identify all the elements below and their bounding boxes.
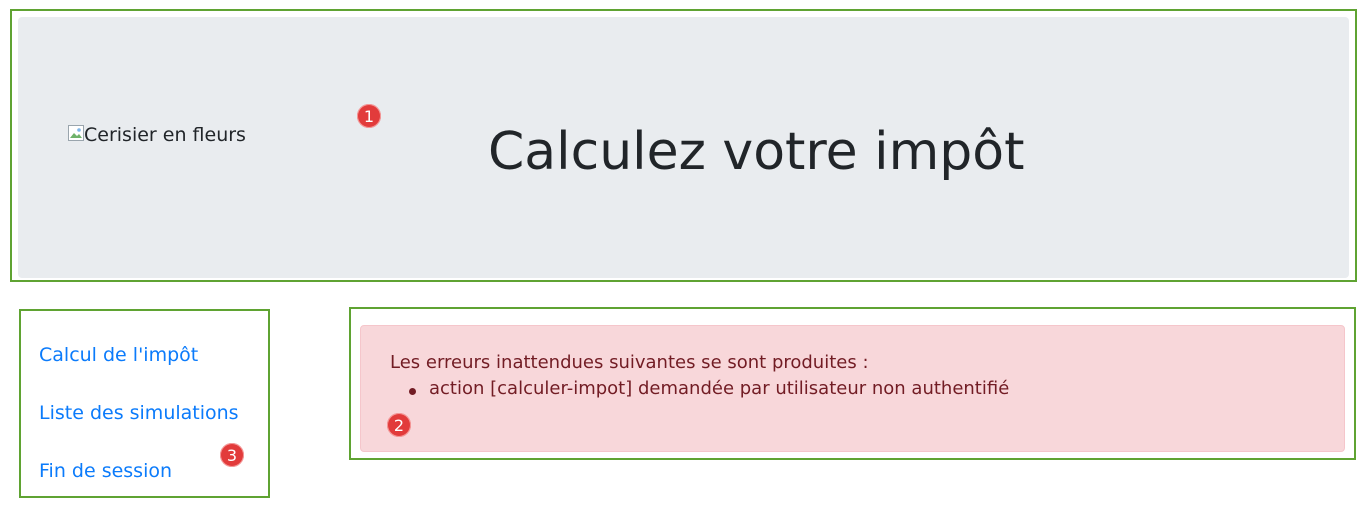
error-alert: Les erreurs inattendues suivantes se son… <box>360 325 1345 452</box>
broken-image-icon <box>68 125 84 141</box>
header-image: Cerisier en fleurs <box>68 124 246 146</box>
error-list-item: action [calculer-impot] demandée par uti… <box>409 378 1009 399</box>
jumbotron-header: Cerisier en fleurs Calculez votre impôt <box>18 17 1349 278</box>
annotation-badge-2: 2 <box>387 413 411 437</box>
alert-region-frame: Les erreurs inattendues suivantes se son… <box>349 307 1356 460</box>
menu-link-liste-simulations[interactable]: Liste des simulations <box>39 402 239 424</box>
error-list: action [calculer-impot] demandée par uti… <box>409 378 1009 399</box>
header-image-alt-text: Cerisier en fleurs <box>84 124 246 146</box>
annotation-badge-1: 1 <box>357 104 381 128</box>
header-region-frame: Cerisier en fleurs Calculez votre impôt <box>10 9 1357 282</box>
menu-link-calcul-impot[interactable]: Calcul de l'impôt <box>39 344 198 366</box>
menu-region-frame: Calcul de l'impôt Liste des simulations … <box>19 309 270 498</box>
alert-intro-text: Les erreurs inattendues suivantes se son… <box>390 352 869 373</box>
annotation-badge-3: 3 <box>220 443 244 467</box>
menu-link-fin-session[interactable]: Fin de session <box>39 460 172 482</box>
page-title: Calculez votre impôt <box>488 122 1025 182</box>
